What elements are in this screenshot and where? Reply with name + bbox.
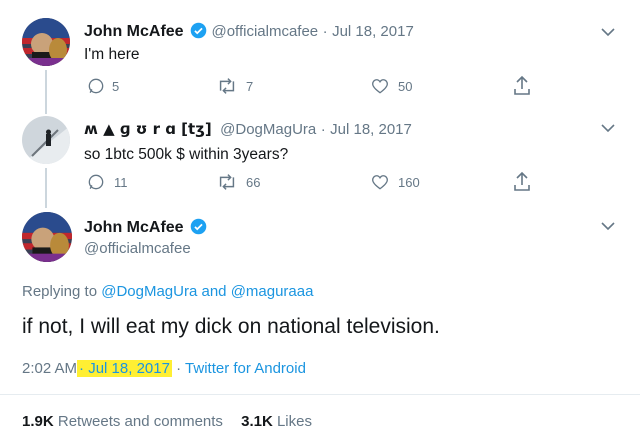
retweets-stat[interactable]: 1.9K Retweets and comments (22, 413, 227, 430)
tweet2-text: so 1btc 500k $ within 3years? (84, 146, 289, 163)
retweet-icon (216, 76, 238, 96)
tweet3-date-highlight[interactable]: · Jul 18, 2017 (77, 360, 172, 377)
tweet3-sep1: · (79, 360, 85, 377)
likes-label: Likes (276, 413, 312, 430)
chevron-down-icon[interactable] (600, 26, 616, 38)
share-icon[interactable] (512, 75, 532, 97)
tweet2-date[interactable]: Jul 18, 2017 (330, 121, 412, 138)
tweet2-author-name[interactable]: ʍ ▲ ɡ ʊ r ɑ [tʒ] (84, 120, 212, 138)
tweet1-like-count: 50 (398, 78, 413, 94)
verified-badge-icon (190, 22, 207, 39)
replying-to: Replying to @DogMagUra and @maguraaa (22, 283, 313, 300)
tweet1-retweet-action[interactable]: 7 (216, 76, 253, 96)
likes-value: 3.1K (241, 413, 273, 430)
retweet-icon (216, 172, 238, 192)
likes-stat[interactable]: 3.1K Likes (241, 413, 312, 430)
like-icon (370, 76, 390, 96)
tweet1-date[interactable]: Jul 18, 2017 (332, 23, 414, 40)
retweets-value: 1.9K (22, 413, 54, 430)
tweet3-date[interactable]: Jul 18, 2017 (88, 360, 170, 377)
tweet1-retweet-count: 7 (246, 78, 254, 94)
tweet1-reply-count: 5 (112, 78, 120, 94)
chevron-down-icon[interactable] (600, 220, 616, 232)
replying-prefix: Replying to (22, 283, 98, 300)
thread-line-1 (45, 70, 47, 114)
tweet3-time: 2:02 AM (22, 360, 78, 377)
tweet2-retweet-count: 66 (246, 174, 261, 190)
tweet3-source[interactable]: Twitter for Android (185, 360, 306, 377)
tweet2-retweet-action[interactable]: 66 (216, 172, 260, 192)
thread-line-2 (45, 168, 47, 208)
tweet3-sep2: · (176, 360, 182, 377)
reply-icon (86, 172, 106, 192)
replying-and: and (201, 283, 227, 300)
tweet1-like-action[interactable]: 50 (370, 76, 412, 96)
tweet1-author-name[interactable]: John McAfee (84, 23, 184, 40)
retweets-label: Retweets and comments (57, 413, 223, 430)
tweet2-reply-action[interactable]: 11 (86, 172, 128, 192)
share-icon[interactable] (512, 171, 532, 193)
stats-divider-top (0, 394, 640, 395)
tweet2-author-handle[interactable]: @DogMagUra (220, 121, 316, 138)
avatar-mcafee-1[interactable] (22, 18, 70, 66)
tweet2-separator: · (320, 121, 326, 138)
replying-user-maguraaa[interactable]: @maguraaa (231, 283, 314, 300)
tweet3-stats: 1.9K Retweets and comments 3.1K Likes (22, 413, 312, 430)
tweet2-reply-count: 11 (114, 174, 128, 190)
tweet3-text: if not, I will eat my dick on national t… (22, 315, 440, 338)
tweet1-header: John McAfee @officialmcafee · Jul 18, 20… (84, 22, 414, 41)
tweet1-author-handle[interactable]: @officialmcafee (211, 23, 318, 40)
tweet2-like-count: 160 (398, 174, 420, 190)
avatar-dogmagura[interactable] (22, 116, 70, 164)
replying-user-dogmagura[interactable]: @DogMagUra (101, 283, 197, 300)
avatar-mcafee-2[interactable] (22, 212, 72, 262)
chevron-down-icon[interactable] (600, 122, 616, 134)
tweet3-author-name[interactable]: John McAfee (84, 219, 184, 236)
like-icon (370, 172, 390, 192)
tweet3-author-handle[interactable]: @officialmcafee (84, 240, 191, 257)
tweet1-reply-action[interactable]: 5 (86, 76, 119, 96)
tweet3-name-row: John McAfee (84, 218, 207, 237)
tweet1-text: I'm here (84, 46, 140, 63)
tweet2-like-action[interactable]: 160 (370, 172, 420, 192)
reply-icon (86, 76, 106, 96)
tweet3-meta: 2:02 AM · Jul 18, 2017 · Twitter for Andr… (22, 360, 306, 377)
tweet1-separator: · (322, 23, 328, 40)
tweet2-header: ʍ ▲ ɡ ʊ r ɑ [tʒ] @DogMagUra · Jul 18, 20… (84, 120, 412, 139)
verified-badge-icon (190, 218, 207, 235)
